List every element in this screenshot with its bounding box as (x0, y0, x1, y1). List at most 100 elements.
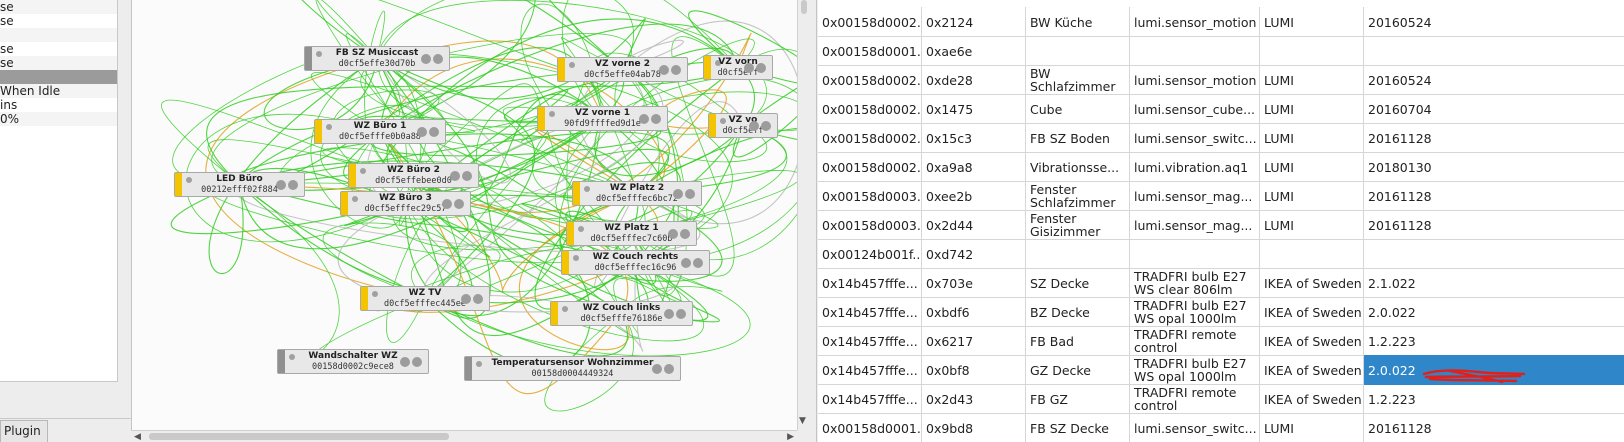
table-cell[interactable]: LUMI (1260, 210, 1364, 240)
table-cell[interactable]: 1.2.223 (1364, 384, 1624, 414)
table-cell[interactable]: 0x1475 (922, 94, 1026, 124)
table-cell[interactable]: LUMI (1260, 65, 1364, 95)
table-cell[interactable] (1130, 239, 1260, 269)
table-cell[interactable]: 0x2d43 (922, 384, 1026, 414)
scroll-right-icon[interactable]: ▶ (787, 431, 794, 442)
table-cell[interactable]: 0x9bd8 (922, 413, 1026, 442)
left-settings-list[interactable]: se se se se When Idle ins 0% (0, 0, 118, 382)
table-cell[interactable]: 0x14b457fffe... (818, 268, 922, 298)
table-cell[interactable]: BW Schlafzimmer (1026, 65, 1130, 95)
table-row[interactable]: 0x14b457fffe... 0x6217 FB Bad TRADFRI remot… (818, 326, 1624, 356)
graph-vertical-scrollbar[interactable]: ▼ (797, 0, 809, 430)
table-cell[interactable]: FB SZ Decke (1026, 413, 1130, 442)
table-row[interactable]: 0x00158d0001... 0x9bd8 FB SZ Decke lumi.sen… (818, 413, 1624, 442)
table-cell[interactable]: SZ Decke (1026, 268, 1130, 298)
table-cell[interactable]: 0xae6e (922, 36, 1026, 66)
table-cell[interactable]: LUMI (1260, 413, 1364, 442)
table-cell[interactable]: lumi.sensor_mag... (1130, 181, 1260, 211)
table-cell[interactable]: Cube (1026, 94, 1130, 124)
graph-node[interactable]: WZ TV d0cf5efffec445ee (360, 286, 490, 311)
table-row[interactable]: 0x00158d0002... 0x15c3 FB SZ Boden lumi.sen… (818, 123, 1624, 153)
table-cell[interactable]: lumi.vibration.aq1 (1130, 152, 1260, 182)
table-cell[interactable]: 0x00158d0001... (818, 413, 922, 442)
table-cell[interactable]: lumi.sensor_switc... (1130, 123, 1260, 153)
graph-node[interactable]: Temperatursensor Wohnzimmer 00158d0004449… (464, 356, 681, 381)
table-cell[interactable]: TRADFRI remote control (1130, 384, 1260, 414)
table-cell[interactable]: Fenster Schlafzimmer (1026, 181, 1130, 211)
table-cell[interactable]: 20160524 (1364, 7, 1624, 37)
horizontal-scroll-thumb[interactable] (149, 433, 449, 440)
table-cell[interactable]: lumi.sensor_motion (1130, 65, 1260, 95)
table-cell[interactable]: 20160524 (1364, 65, 1624, 95)
table-cell[interactable]: 0x14b457fffe... (818, 326, 922, 356)
table-cell[interactable]: 20161128 (1364, 123, 1624, 153)
panel-splitter[interactable] (809, 0, 817, 442)
table-cell[interactable]: 0x2d44 (922, 210, 1026, 240)
table-cell[interactable]: LUMI (1260, 94, 1364, 124)
table-row[interactable]: 0x00158d0003... 0x2d44 Fenster Gisizimmer l… (818, 210, 1624, 240)
table-cell[interactable]: TRADFRI remote control (1130, 326, 1260, 356)
table-row[interactable]: 0x00158d0002... 0x2124 BW Küche lumi.sensor… (818, 7, 1624, 37)
graph-node[interactable]: WZ Platz 1 d0cf5efffec7c60b (566, 221, 697, 246)
table-cell[interactable] (1026, 36, 1130, 66)
table-cell[interactable] (1260, 239, 1364, 269)
table-cell[interactable]: FB Bad (1026, 326, 1130, 356)
table-cell[interactable]: 0x0bf8 (922, 355, 1026, 385)
table-cell[interactable]: 20180130 (1364, 152, 1624, 182)
table-row[interactable]: 0x00124b001f... 0xd742 (818, 239, 1624, 269)
table-cell[interactable]: IKEA of Sweden (1260, 326, 1364, 356)
table-cell[interactable] (1130, 36, 1260, 66)
table-cell[interactable]: TRADFRI bulb E27 WS opal 1000lm (1130, 355, 1260, 385)
table-cell[interactable]: GZ Decke (1026, 355, 1130, 385)
table-cell[interactable]: 0xee2b (922, 181, 1026, 211)
graph-node[interactable]: LED Büro 00212efff02f884 (174, 172, 305, 197)
table-cell[interactable]: 0xd742 (922, 239, 1026, 269)
table-cell[interactable]: LUMI (1260, 123, 1364, 153)
left-list-item[interactable]: se (0, 42, 117, 56)
table-row[interactable]: 0x00158d0001... 0xae6e (818, 36, 1624, 66)
table-cell[interactable]: BZ Decke (1026, 297, 1130, 327)
table-cell[interactable]: 0xa9a8 (922, 152, 1026, 182)
table-cell[interactable]: 0x00158d0002... (818, 7, 922, 37)
table-cell[interactable]: LUMI (1260, 181, 1364, 211)
graph-node[interactable]: FB SZ Musiccast d0cf5effe30d70b (304, 46, 450, 71)
table-cell[interactable] (1364, 239, 1624, 269)
graph-node[interactable]: WZ Büro 3 d0cf5efffec29c57 (340, 191, 471, 216)
graph-node[interactable]: WZ Büro 1 d0cf5efffe0b0a88 (314, 119, 446, 144)
table-row[interactable]: 0x00158d0002... 0x1475 Cube lumi.sensor_cub… (818, 94, 1624, 124)
table-cell[interactable]: TRADFRI bulb E27 WS opal 1000lm (1130, 297, 1260, 327)
left-list-item[interactable]: 0% (0, 112, 117, 126)
table-cell[interactable]: IKEA of Sweden (1260, 268, 1364, 298)
left-list-item[interactable]: se (0, 0, 117, 14)
table-cell[interactable]: lumi.sensor_switc... (1130, 413, 1260, 442)
table-cell[interactable]: 0x14b457fffe... (818, 355, 922, 385)
table-cell[interactable]: 1.2.223 (1364, 326, 1624, 356)
table-cell[interactable] (1026, 239, 1130, 269)
table-cell[interactable]: 2.1.022 (1364, 268, 1624, 298)
graph-node[interactable]: VZ vorn d0cf5eff (703, 55, 773, 80)
table-cell[interactable]: 0x00158d0002... (818, 152, 922, 182)
table-cell[interactable]: lumi.sensor_mag... (1130, 210, 1260, 240)
scroll-down-icon[interactable]: ▼ (799, 416, 806, 426)
graph-node[interactable]: VZ vorne 1 90fd9ffffed9d1e (537, 106, 668, 131)
graph-node[interactable]: VZ vorne 2 d0cf5effe04ab78 (557, 57, 688, 82)
table-cell[interactable]: 2.0.022 (1364, 297, 1624, 327)
graph-node[interactable]: VZ vo d0cf5eff (708, 113, 778, 138)
table-cell[interactable]: 0x14b457fffe... (818, 384, 922, 414)
table-cell[interactable]: 0x15c3 (922, 123, 1026, 153)
table-row[interactable]: 0x00158d0003... 0xee2b Fenster Schlafzimme… (818, 181, 1624, 211)
left-list-item[interactable]: ins (0, 98, 117, 112)
table-cell[interactable]: 20160704 (1364, 94, 1624, 124)
graph-node[interactable]: Wandschalter WZ 00158d0002c9ece8 (277, 349, 429, 374)
table-cell[interactable]: FB SZ Boden (1026, 123, 1130, 153)
table-cell[interactable]: FB GZ (1026, 384, 1130, 414)
table-cell[interactable]: 0x00158d0001... (818, 36, 922, 66)
table-row[interactable]: 0x00158d0002... 0xde28 BW Schlafzimmer lumi… (818, 65, 1624, 95)
vertical-scroll-thumb[interactable] (801, 0, 807, 14)
network-graph-view[interactable]: FB SZ Musiccast d0cf5effe30d70b VZ vorne 2… (131, 0, 797, 430)
left-list-item[interactable]: When Idle (0, 84, 117, 98)
table-cell[interactable]: 0x00158d0002... (818, 123, 922, 153)
table-cell[interactable]: Vibrationsse... (1026, 152, 1130, 182)
table-cell[interactable]: 0x00158d0002... (818, 65, 922, 95)
table-cell[interactable]: 20161128 (1364, 413, 1624, 442)
